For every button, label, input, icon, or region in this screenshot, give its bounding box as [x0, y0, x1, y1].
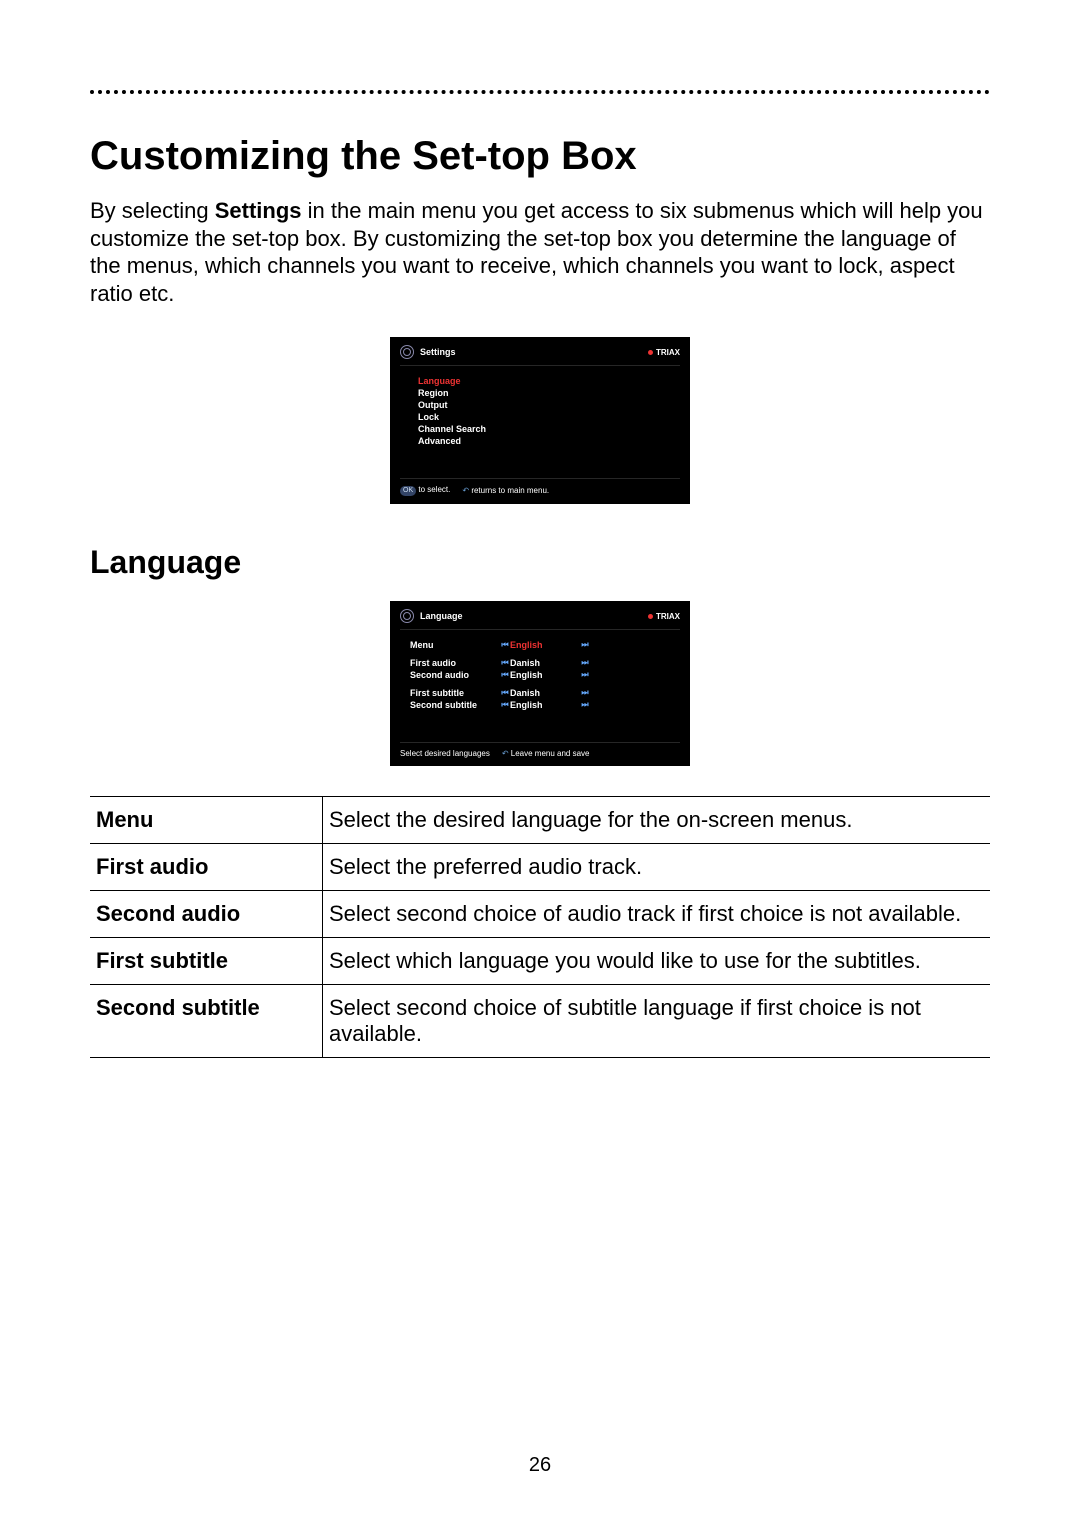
stb-row-first-audio: First audio ⏮ Danish ⏭: [410, 658, 676, 668]
left-arrow-icon: ⏮: [500, 670, 510, 680]
stb-footer: OK to select. ↶ returns to main menu.: [400, 478, 680, 496]
stb-header: Settings TRIAX: [400, 345, 680, 366]
table-row: Menu Select the desired language for the…: [90, 797, 990, 844]
table-row: First subtitle Select which language you…: [90, 938, 990, 985]
stb-row-menu: Menu ⏮ English ⏭: [410, 640, 676, 650]
def-term: First audio: [90, 844, 323, 891]
stb-row-first-subtitle: First subtitle ⏮ Danish ⏭: [410, 688, 676, 698]
left-arrow-icon: ⏮: [500, 658, 510, 668]
brand-dot-icon: [648, 614, 653, 619]
back-arrow-icon: ↶: [502, 749, 509, 758]
stb-footer-left: Select desired languages: [400, 749, 490, 758]
stb-language-screenshot: Language TRIAX Menu ⏮ English ⏭ First au…: [390, 601, 690, 766]
stb-menu-item-channel-search: Channel Search: [418, 424, 676, 434]
dotted-divider: [90, 90, 990, 94]
intro-prefix: By selecting: [90, 198, 215, 223]
row-value: Danish: [510, 688, 580, 698]
table-row: First audio Select the preferred audio t…: [90, 844, 990, 891]
brand-dot-icon: [648, 350, 653, 355]
right-arrow-icon: ⏭: [580, 670, 590, 680]
stb-title: Settings: [420, 347, 456, 357]
row-value: Danish: [510, 658, 580, 668]
brand-logo: TRIAX: [648, 612, 680, 621]
def-term: Menu: [90, 797, 323, 844]
row-value: English: [510, 670, 580, 680]
def-desc: Select second choice of audio track if f…: [323, 891, 991, 938]
brand-text: TRIAX: [656, 348, 680, 357]
row-label: First subtitle: [410, 688, 500, 698]
def-desc: Select which language you would like to …: [323, 938, 991, 985]
row-label: Second subtitle: [410, 700, 500, 710]
stb-menu-item-lock: Lock: [418, 412, 676, 422]
stb-row-second-subtitle: Second subtitle ⏮ English ⏭: [410, 700, 676, 710]
def-term: Second audio: [90, 891, 323, 938]
stb-footer-select: to select.: [418, 485, 450, 494]
stb-menu-item-region: Region: [418, 388, 676, 398]
subsection-title: Language: [90, 544, 990, 581]
stb-header: Language TRIAX: [400, 609, 680, 630]
stb-footer-back: returns to main menu.: [471, 486, 549, 495]
row-label: Menu: [410, 640, 500, 650]
stb-title: Language: [420, 611, 463, 621]
stb-settings-screenshot: Settings TRIAX Language Region Output Lo…: [390, 337, 690, 504]
back-arrow-icon: ↶: [462, 486, 469, 495]
def-desc: Select second choice of subtitle languag…: [323, 985, 991, 1058]
stb-footer-right: Leave menu and save: [511, 749, 590, 758]
def-desc: Select the desired language for the on-s…: [323, 797, 991, 844]
stb-menu-item-language: Language: [418, 376, 676, 386]
left-arrow-icon: ⏮: [500, 700, 510, 710]
page-number: 26: [0, 1454, 1080, 1477]
gear-icon: [400, 609, 414, 623]
def-desc: Select the preferred audio track.: [323, 844, 991, 891]
stb-menu-item-output: Output: [418, 400, 676, 410]
left-arrow-icon: ⏮: [500, 640, 510, 650]
ok-button-icon: OK: [400, 486, 416, 496]
right-arrow-icon: ⏭: [580, 658, 590, 668]
def-term: First subtitle: [90, 938, 323, 985]
right-arrow-icon: ⏭: [580, 688, 590, 698]
row-value: English: [510, 700, 580, 710]
stb-menu-list: Language Region Output Lock Channel Sear…: [400, 366, 680, 478]
def-term: Second subtitle: [90, 985, 323, 1058]
intro-bold: Settings: [215, 198, 302, 223]
right-arrow-icon: ⏭: [580, 700, 590, 710]
brand-text: TRIAX: [656, 612, 680, 621]
brand-logo: TRIAX: [648, 348, 680, 357]
page-title: Customizing the Set-top Box: [90, 134, 990, 179]
stb-row-second-audio: Second audio ⏮ English ⏭: [410, 670, 676, 680]
right-arrow-icon: ⏭: [580, 640, 590, 650]
definitions-table: Menu Select the desired language for the…: [90, 796, 990, 1058]
stb-language-rows: Menu ⏮ English ⏭ First audio ⏮ Danish ⏭ …: [400, 630, 680, 742]
table-row: Second subtitle Select second choice of …: [90, 985, 990, 1058]
stb-footer: Select desired languages ↶ Leave menu an…: [400, 742, 680, 758]
left-arrow-icon: ⏮: [500, 688, 510, 698]
row-label: Second audio: [410, 670, 500, 680]
stb-menu-item-advanced: Advanced: [418, 436, 676, 446]
gear-icon: [400, 345, 414, 359]
table-row: Second audio Select second choice of aud…: [90, 891, 990, 938]
row-label: First audio: [410, 658, 500, 668]
row-value: English: [510, 640, 580, 650]
intro-paragraph: By selecting Settings in the main menu y…: [90, 197, 990, 307]
